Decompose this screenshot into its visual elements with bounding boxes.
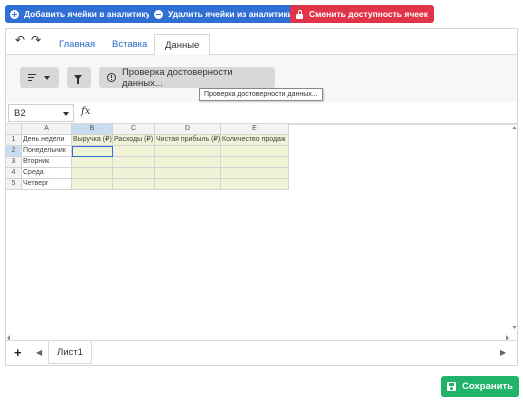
cell-c4[interactable]: [113, 168, 155, 179]
cell-c5[interactable]: [113, 179, 155, 190]
cell-ref: B2: [14, 108, 26, 119]
cell-name-box[interactable]: B2: [8, 104, 74, 122]
cell-a4[interactable]: Среда: [22, 168, 72, 179]
change-cell-access-button[interactable]: Сменить доступность ячеек: [290, 5, 434, 23]
cell-b4[interactable]: [72, 168, 113, 179]
add-cells-to-analytics-button[interactable]: Добавить ячейки в аналитику: [5, 5, 157, 23]
filter-button[interactable]: [67, 67, 91, 88]
formula-bar: B2 fx: [6, 102, 517, 124]
chevron-down-icon[interactable]: [63, 112, 69, 116]
column-header-a[interactable]: A: [22, 124, 72, 135]
cell-d4[interactable]: [155, 168, 221, 179]
cell-b1[interactable]: Выручка (₽): [72, 135, 113, 146]
tab-home[interactable]: Главная: [59, 34, 95, 55]
plus-circle-icon: [10, 9, 19, 19]
tab-data[interactable]: Данные: [154, 34, 211, 56]
cell-d3[interactable]: [155, 157, 221, 168]
save-button[interactable]: Сохранить: [441, 376, 519, 397]
cell-c1[interactable]: Расходы (₽): [113, 135, 155, 146]
data-validation-label: Проверка достоверности данных...: [121, 66, 233, 89]
redo-icon[interactable]: ↷: [31, 33, 41, 47]
cell-b2[interactable]: [72, 146, 113, 157]
cell-a3[interactable]: Вторник: [22, 157, 72, 168]
cell-c2[interactable]: [113, 146, 155, 157]
previous-sheet-icon[interactable]: ◀: [36, 348, 42, 357]
cell-c3[interactable]: [113, 157, 155, 168]
chevron-down-icon: [44, 75, 50, 80]
vertical-scrollbar[interactable]: [512, 125, 517, 330]
cell-a1[interactable]: День недели: [22, 135, 72, 146]
cell-a5[interactable]: Четверг: [22, 179, 72, 190]
formula-input[interactable]: [98, 104, 508, 122]
tab-insert[interactable]: Вставка: [112, 34, 147, 55]
floppy-disk-icon: [447, 382, 457, 391]
filter-icon: [74, 75, 82, 84]
sort-icon: [28, 74, 36, 82]
select-all-corner[interactable]: [6, 124, 22, 135]
save-label: Сохранить: [462, 381, 513, 392]
cell-d1[interactable]: Чистая прибыль (₽): [155, 135, 221, 146]
cell-e5[interactable]: [221, 179, 289, 190]
row-header-4[interactable]: 4: [6, 168, 22, 179]
column-header-b[interactable]: B: [72, 124, 113, 135]
lock-icon: [295, 9, 304, 19]
spreadsheet-editor: ↶ ↷ Главная Вставка Данные Проверка дост…: [5, 28, 518, 366]
minus-circle-icon: [154, 9, 163, 19]
sheet-tab[interactable]: Лист1: [48, 341, 92, 364]
row-header-1[interactable]: 1: [6, 135, 22, 146]
cell-e1[interactable]: Количество продаж: [221, 135, 289, 146]
add-cells-label: Добавить ячейки в аналитику: [24, 9, 151, 19]
ribbon-tabs: ↶ ↷ Главная Вставка Данные: [6, 29, 517, 56]
function-icon[interactable]: fx: [81, 106, 90, 117]
change-access-label: Сменить доступность ячеек: [309, 9, 428, 19]
undo-icon[interactable]: ↶: [15, 33, 25, 47]
cell-b3[interactable]: [72, 157, 113, 168]
empty-grid-area[interactable]: [6, 190, 511, 330]
sort-button[interactable]: [20, 67, 59, 88]
cell-d2[interactable]: [155, 146, 221, 157]
column-header-e[interactable]: E: [221, 124, 289, 135]
add-sheet-button[interactable]: +: [14, 345, 22, 360]
row-header-3[interactable]: 3: [6, 157, 22, 168]
cell-e4[interactable]: [221, 168, 289, 179]
cell-d5[interactable]: [155, 179, 221, 190]
sheet-tabs-bar: + ◀ Лист1 ▶: [6, 340, 517, 365]
column-header-c[interactable]: C: [113, 124, 155, 135]
row-header-2[interactable]: 2: [6, 146, 22, 157]
remove-cells-from-analytics-button[interactable]: Удалить ячейки из аналитики: [149, 5, 299, 23]
cell-a2[interactable]: Понедельник: [22, 146, 72, 157]
data-validation-button[interactable]: Проверка достоверности данных...: [99, 66, 275, 89]
cell-e2[interactable]: [221, 146, 289, 157]
column-header-d[interactable]: D: [155, 124, 221, 135]
next-sheet-icon[interactable]: ▶: [500, 348, 506, 357]
cell-b5[interactable]: [72, 179, 113, 190]
info-icon: [107, 73, 116, 82]
data-validation-tooltip: Проверка достоверности данных...: [199, 88, 323, 101]
remove-cells-label: Удалить ячейки из аналитики: [168, 9, 293, 19]
row-header-5[interactable]: 5: [6, 179, 22, 190]
cell-e3[interactable]: [221, 157, 289, 168]
